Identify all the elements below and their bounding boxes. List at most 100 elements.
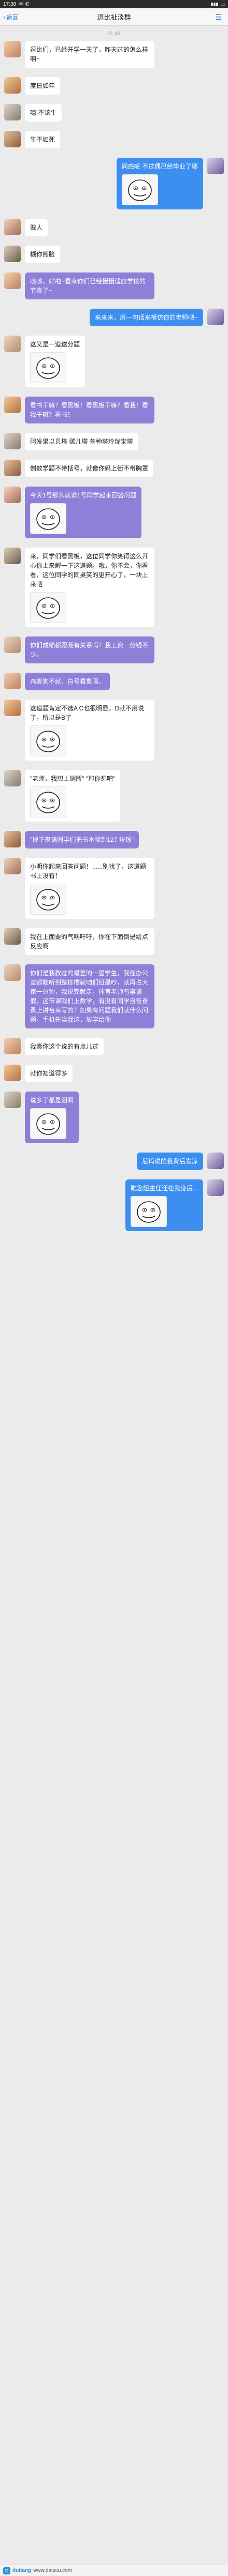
- avatar[interactable]: [4, 336, 21, 352]
- message-bubble[interactable]: 同感呢 不过偶已经毕业了耶: [116, 158, 203, 209]
- message-bubble[interactable]: 鸡麦狗不就，符号看象限。: [25, 673, 110, 690]
- status-time: 17:38: [3, 1, 17, 7]
- message-bubble[interactable]: 这又是一道送分题: [25, 336, 86, 387]
- message-text: 来，同学们看黑板，这位同学你笑得这么开心你上来解一下这道题。哦，你不会，你看看，…: [30, 553, 149, 588]
- sticker-image[interactable]: [30, 1108, 66, 1139]
- message-bubble[interactable]: 生不如死: [25, 131, 61, 148]
- message-bubble[interactable]: 阿发果以贝塔 碳儿塔 各种塔玲珑宝塔: [25, 433, 138, 450]
- message-bubble[interactable]: 这道题肯定不选A C也很明显，D就不用说了，所以是B了: [25, 700, 154, 761]
- message-bubble[interactable]: 尼玛说的我背后发凉: [136, 1153, 203, 1170]
- message-bubble[interactable]: 我在上面要的气喘吁吁，你在下面倒是给点反应啊: [25, 928, 154, 955]
- message-bubble[interactable]: 咳咳，好啦~看来你们已经慢慢适应学校的节奏了~: [25, 272, 154, 299]
- message-bubble[interactable]: 倒数学题不带括号，就像你妈上街不带胸罩: [25, 460, 154, 477]
- message-bubble[interactable]: 就你知道得多: [25, 1065, 73, 1082]
- message-row: 我在上面要的气喘吁吁，你在下面倒是给点反应啊: [4, 928, 224, 955]
- group-info-icon[interactable]: ☰: [213, 12, 224, 22]
- avatar[interactable]: [4, 397, 21, 413]
- nav-bar: ‹ 返回 逗比扯淡群 ☰: [0, 8, 228, 26]
- message-row: "老师，我想上厕所" "那你想吧": [4, 770, 224, 822]
- avatar[interactable]: [4, 858, 21, 874]
- sticker-image[interactable]: [30, 725, 66, 756]
- message-row: 看书干嘛？看黑板！看黑板干嘛？看我！看我干嘛？看书！: [4, 397, 224, 423]
- message-bubble[interactable]: "老师，我想上厕所" "那你想吧": [25, 770, 121, 822]
- avatar[interactable]: [4, 928, 21, 945]
- battery-icon: ▭: [220, 1, 225, 7]
- avatar[interactable]: [4, 272, 21, 289]
- avatar[interactable]: [4, 770, 21, 786]
- avatar[interactable]: [207, 1179, 224, 1196]
- message-bubble[interactable]: 看书干嘛？看黑板！看黑板干嘛？看我！看我干嘛？看书！: [25, 397, 154, 423]
- message-bubble[interactable]: 瞧您姐主任还在我身后...: [125, 1179, 203, 1231]
- message-row: 度日如年: [4, 77, 224, 95]
- message-bubble[interactable]: 来来来，用一句话来模仿你的老师吧~: [89, 309, 203, 326]
- message-bubble[interactable]: 贱人: [25, 219, 48, 236]
- avatar[interactable]: [4, 487, 21, 503]
- rage-face-icon: [127, 179, 152, 201]
- sticker-image[interactable]: [30, 503, 66, 534]
- watermark-bar: D duitang www.daizou.com: [0, 2565, 228, 2576]
- avatar[interactable]: [207, 309, 224, 325]
- avatar[interactable]: [4, 41, 21, 57]
- message-bubble[interactable]: 说多了都是泪啊: [25, 1092, 79, 1143]
- message-bubble[interactable]: 你们成绩都跟我有关系吗？我工资一分钱不少。: [25, 637, 154, 663]
- message-bubble[interactable]: 我奏你这个说的有点儿过: [25, 1038, 104, 1055]
- sticker-image[interactable]: [121, 174, 158, 205]
- avatar[interactable]: [4, 460, 21, 476]
- message-row: 说多了都是泪啊: [4, 1092, 224, 1143]
- avatar[interactable]: [4, 77, 21, 94]
- message-bubble[interactable]: 噫 不该生: [25, 104, 62, 122]
- message-text: 这又是一道送分题: [30, 341, 80, 348]
- avatar[interactable]: [4, 246, 21, 262]
- avatar[interactable]: [4, 831, 21, 847]
- back-label: 返回: [6, 13, 19, 21]
- sticker-image[interactable]: [30, 884, 66, 915]
- back-button[interactable]: ‹ 返回: [3, 8, 19, 26]
- avatar[interactable]: [4, 433, 21, 449]
- avatar[interactable]: [207, 1153, 224, 1169]
- avatar[interactable]: [4, 219, 21, 235]
- message-bubble[interactable]: 逗比们，已经开学一天了，昨天过的怎么样啊~: [25, 41, 154, 68]
- avatar[interactable]: [4, 104, 21, 120]
- message-text: 糊你熊脸: [30, 251, 55, 258]
- avatar[interactable]: [4, 1092, 21, 1108]
- message-row: "掉下来请同学们把书本翻到127 块钱": [4, 831, 224, 848]
- message-text: 尼玛说的我背后发凉: [141, 1158, 198, 1165]
- avatar[interactable]: [4, 1065, 21, 1081]
- sticker-image[interactable]: [130, 1196, 167, 1227]
- message-row: 鸡麦狗不就，符号看象限。: [4, 673, 224, 690]
- avatar[interactable]: [4, 637, 21, 653]
- message-row: 我奏你这个说的有点儿过: [4, 1038, 224, 1055]
- message-row: 噫 不该生: [4, 104, 224, 122]
- message-text: 今天1号那么就请1号同学起来回答问题: [30, 492, 137, 499]
- message-row: 逗比们，已经开学一天了，昨天过的怎么样啊~: [4, 41, 224, 68]
- avatar[interactable]: [4, 548, 21, 564]
- message-bubble[interactable]: "掉下来请同学们把书本翻到127 块钱": [25, 831, 139, 848]
- message-bubble[interactable]: 小明你起来回答问题！......别找了，这道题书上没有！: [25, 858, 154, 919]
- message-row: 糊你熊脸: [4, 246, 224, 263]
- message-bubble[interactable]: 你们是我教过的最差的一届学生，我在办公室都能听到整栋楼就咱们班最吵，就再占大家一…: [25, 964, 154, 1028]
- avatar[interactable]: [207, 158, 224, 174]
- message-text: 咳咳，好啦~看来你们已经慢慢适应学校的节奏了~: [30, 278, 146, 294]
- sticker-image[interactable]: [30, 786, 66, 817]
- message-text: 贱人: [30, 224, 43, 231]
- sticker-image[interactable]: [30, 352, 66, 383]
- sticker-image[interactable]: [30, 592, 66, 623]
- message-bubble[interactable]: 糊你熊脸: [25, 246, 61, 263]
- message-bubble[interactable]: 来，同学们看黑板，这位同学你笑得这么开心你上来解一下这道题。哦，你不会，你看看，…: [25, 548, 154, 627]
- message-row: 同感呢 不过偶已经毕业了耶: [4, 158, 224, 209]
- avatar[interactable]: [4, 964, 21, 981]
- avatar[interactable]: [4, 700, 21, 716]
- message-row: 来，同学们看黑板，这位同学你笑得这么开心你上来解一下这道题。哦，你不会，你看看，…: [4, 548, 224, 627]
- message-row: 阿发果以贝塔 碳儿塔 各种塔玲珑宝塔: [4, 433, 224, 450]
- avatar[interactable]: [4, 673, 21, 689]
- avatar[interactable]: [4, 131, 21, 147]
- message-text: 看书干嘛？看黑板！看黑板干嘛？看我！看我干嘛？看书！: [30, 402, 149, 418]
- message-text: 你们成绩都跟我有关系吗？我工资一分钱不少。: [30, 642, 149, 658]
- message-bubble[interactable]: 今天1号那么就请1号同学起来回答问题: [25, 487, 142, 538]
- message-bubble[interactable]: 度日如年: [25, 77, 61, 95]
- message-row: 这道题肯定不选A C也很明显，D就不用说了，所以是B了: [4, 700, 224, 761]
- message-text: 来来来，用一句话来模仿你的老师吧~: [94, 314, 198, 321]
- rage-face-icon: [36, 508, 60, 530]
- status-right: ▮▮▮ ▭: [211, 2, 225, 7]
- avatar[interactable]: [4, 1038, 21, 1054]
